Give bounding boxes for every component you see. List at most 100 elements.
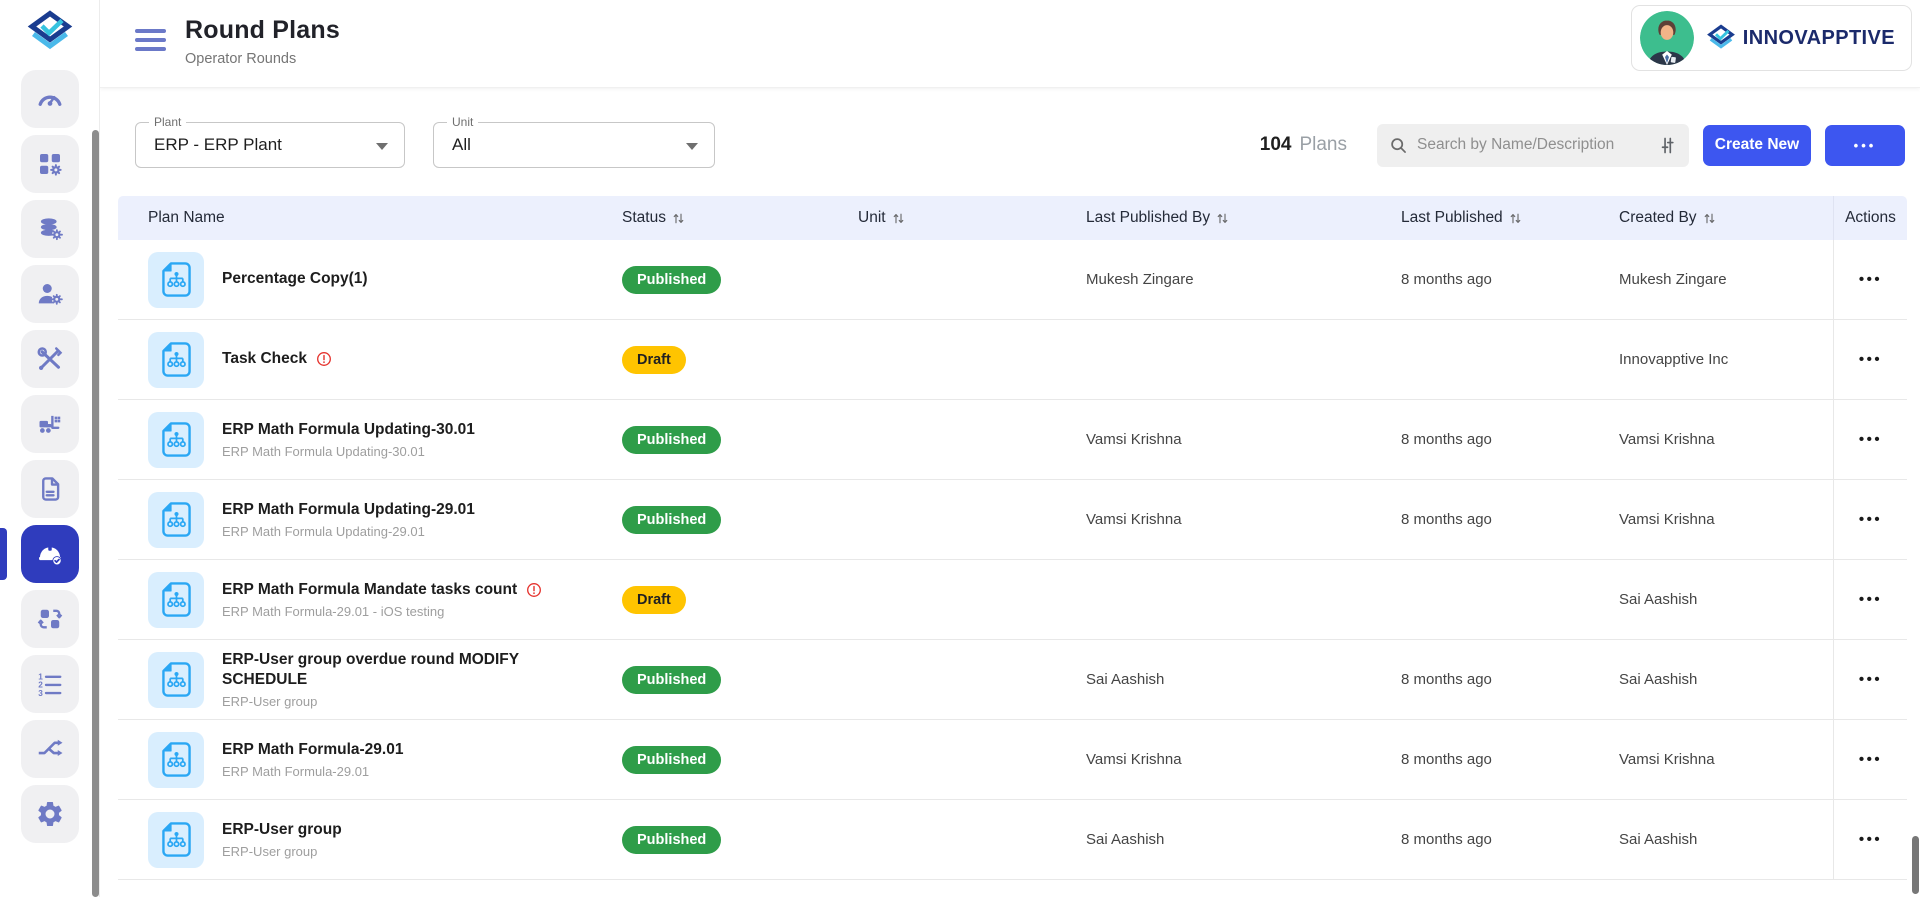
sidebar-item-workflow[interactable]: [21, 720, 79, 778]
innovapptive-diamond-icon: [1706, 23, 1736, 53]
plan-text: Task Check: [222, 349, 333, 369]
column-header-created-by[interactable]: Created By: [1619, 196, 1833, 240]
sidebar-item-forklift[interactable]: [21, 395, 79, 453]
plan-cell[interactable]: ERP-User group ERP-User group: [118, 800, 622, 879]
sidebar-scrollbar[interactable]: [92, 130, 99, 897]
plans-table: Plan NameStatusUnitLast Published ByLast…: [118, 196, 1907, 880]
swap-icon: [35, 604, 65, 634]
document-icon: [35, 474, 65, 504]
status-badge: Published: [622, 746, 721, 774]
status-cell: Published: [622, 480, 858, 559]
table-row: ERP Math Formula Mandate tasks count ERP…: [118, 560, 1907, 640]
unit-select-value: All: [452, 135, 471, 155]
row-actions-button[interactable]: •••: [1849, 345, 1892, 374]
sidebar: [0, 0, 100, 897]
created-by-cell: Sai Aashish: [1619, 800, 1833, 879]
plan-cell[interactable]: Percentage Copy(1): [118, 240, 622, 319]
table-scrollbar[interactable]: [1912, 836, 1919, 894]
last-published-cell: 8 months ago: [1401, 480, 1619, 559]
plan-name: ERP Math Formula-29.01: [222, 740, 403, 760]
plan-document-icon: [148, 812, 204, 868]
settings-icon: [35, 799, 65, 829]
filter-sliders-icon[interactable]: [1657, 135, 1678, 156]
sidebar-item-settings[interactable]: [21, 785, 79, 843]
plan-name: ERP-User group overdue round MODIFY SCHE…: [222, 650, 532, 690]
column-header-unit[interactable]: Unit: [858, 196, 1086, 240]
sidebar-item-sequence-list[interactable]: [21, 655, 79, 713]
search-icon: [1388, 135, 1409, 156]
last-published-cell: [1401, 320, 1619, 399]
sidebar-item-swap[interactable]: [21, 590, 79, 648]
row-actions-button[interactable]: •••: [1849, 825, 1892, 854]
sidebar-item-dashboard[interactable]: [21, 70, 79, 128]
column-header-status[interactable]: Status: [622, 196, 858, 240]
hardhat-icon: [35, 539, 65, 569]
search-input[interactable]: [1417, 136, 1649, 154]
last-published-by-cell: Sai Aashish: [1086, 800, 1401, 879]
profile-card[interactable]: INNOVAPPTIVE: [1631, 5, 1912, 71]
last-published-by-cell: Vamsi Krishna: [1086, 480, 1401, 559]
plan-cell[interactable]: ERP Math Formula-29.01 ERP Math Formula-…: [118, 720, 622, 799]
plans-count-value: 104: [1260, 134, 1292, 155]
plans-count: 104Plans: [1260, 134, 1347, 156]
unit-cell: [858, 480, 1086, 559]
row-actions-button[interactable]: •••: [1849, 585, 1892, 614]
hamburger-icon[interactable]: [135, 29, 166, 51]
brand-name: INNOVAPPTIVE: [1743, 27, 1895, 50]
plan-name: Percentage Copy(1): [222, 269, 368, 289]
sidebar-item-tools[interactable]: [21, 330, 79, 388]
plan-document-icon: [148, 492, 204, 548]
row-actions-button[interactable]: •••: [1849, 505, 1892, 534]
plan-cell[interactable]: ERP-User group overdue round MODIFY SCHE…: [118, 640, 622, 719]
status-cell: Published: [622, 400, 858, 479]
plan-text: ERP Math Formula Mandate tasks count ERP…: [222, 580, 543, 619]
plan-description: ERP-User group: [222, 844, 342, 859]
row-actions-button[interactable]: •••: [1849, 665, 1892, 694]
plan-cell[interactable]: ERP Math Formula Updating-30.01 ERP Math…: [118, 400, 622, 479]
plan-description: ERP Math Formula-29.01 - iOS testing: [222, 604, 543, 619]
row-actions-button[interactable]: •••: [1849, 425, 1892, 454]
unit-select[interactable]: Unit All: [433, 122, 715, 168]
row-actions-button[interactable]: •••: [1849, 265, 1892, 294]
plan-cell[interactable]: ERP Math Formula Mandate tasks count ERP…: [118, 560, 622, 639]
last-published-cell: 8 months ago: [1401, 720, 1619, 799]
create-new-button[interactable]: Create New: [1703, 125, 1811, 166]
status-badge: Published: [622, 506, 721, 534]
sidebar-item-modules[interactable]: [21, 135, 79, 193]
table-row: ERP-User group ERP-User group Published …: [118, 800, 1907, 880]
plan-cell[interactable]: Task Check: [118, 320, 622, 399]
table-row: ERP Math Formula Updating-30.01 ERP Math…: [118, 400, 1907, 480]
plan-description: ERP Math Formula-29.01: [222, 764, 403, 779]
toolbar-more-button[interactable]: •••: [1825, 125, 1905, 166]
sidebar-item-documents[interactable]: [21, 460, 79, 518]
last-published-by-cell: [1086, 320, 1401, 399]
table-row: Percentage Copy(1) Published Mukesh Zing…: [118, 240, 1907, 320]
row-actions-button[interactable]: •••: [1849, 745, 1892, 774]
column-header-last-published[interactable]: Last Published: [1401, 196, 1619, 240]
plan-text: ERP Math Formula Updating-30.01 ERP Math…: [222, 420, 475, 459]
plan-cell[interactable]: ERP Math Formula Updating-29.01 ERP Math…: [118, 480, 622, 559]
status-badge: Published: [622, 266, 721, 294]
sidebar-item-operator-rounds[interactable]: [21, 525, 79, 583]
table-row: ERP Math Formula-29.01 ERP Math Formula-…: [118, 720, 1907, 800]
sort-icon: [1216, 212, 1229, 225]
last-published-cell: 8 months ago: [1401, 400, 1619, 479]
plant-select[interactable]: Plant ERP - ERP Plant: [135, 122, 405, 168]
last-published-by-cell: Vamsi Krishna: [1086, 400, 1401, 479]
table-row: ERP Math Formula Updating-29.01 ERP Math…: [118, 480, 1907, 560]
sidebar-item-master-data[interactable]: [21, 200, 79, 258]
status-cell: Draft: [622, 560, 858, 639]
sort-icon: [672, 212, 685, 225]
last-published-by-cell: Mukesh Zingare: [1086, 240, 1401, 319]
brand-logo: INNOVAPPTIVE: [1706, 23, 1895, 53]
plant-select-label: Plant: [149, 115, 186, 129]
numbered-list-icon: [35, 669, 65, 699]
sidebar-item-user-management[interactable]: [21, 265, 79, 323]
status-cell: Published: [622, 720, 858, 799]
column-header-actions: Actions: [1833, 196, 1907, 240]
actions-cell: •••: [1833, 480, 1907, 559]
plan-name: ERP-User group: [222, 820, 342, 840]
column-header-last-published-by[interactable]: Last Published By: [1086, 196, 1401, 240]
avatar[interactable]: [1640, 11, 1694, 65]
unit-cell: [858, 400, 1086, 479]
